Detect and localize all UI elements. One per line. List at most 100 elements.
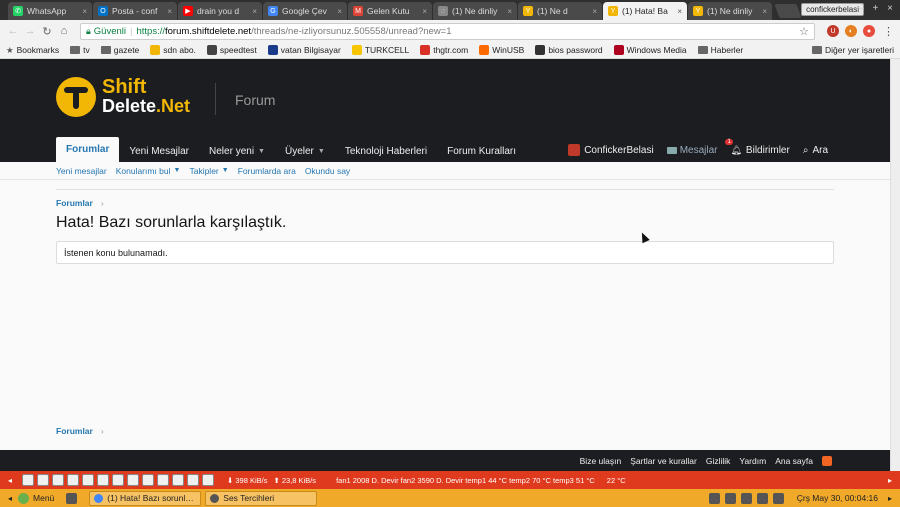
close-icon[interactable]: × bbox=[82, 7, 87, 16]
launcher-icon[interactable] bbox=[37, 474, 50, 486]
breadcrumb[interactable]: Forumlar › bbox=[56, 198, 104, 208]
clock[interactable]: Çrş May 30, 00:04:16 bbox=[797, 493, 878, 503]
bookmark-item[interactable]: tv bbox=[70, 45, 90, 55]
footer-link[interactable]: Şartlar ve kurallar bbox=[630, 456, 697, 466]
home-icon[interactable]: ⌂ bbox=[57, 24, 71, 38]
close-icon[interactable]: × bbox=[167, 7, 172, 16]
bookmark-item[interactable]: bios password bbox=[535, 45, 603, 55]
subnav-link[interactable]: Konularımı bul ▼ bbox=[116, 166, 181, 176]
messages-link[interactable]: Mesajlar bbox=[666, 145, 717, 156]
launcher-icon[interactable] bbox=[97, 474, 110, 486]
breadcrumb-bottom[interactable]: Forumlar › bbox=[56, 426, 104, 436]
launcher-icon[interactable] bbox=[142, 474, 155, 486]
launcher-icon[interactable] bbox=[187, 474, 200, 486]
nav-tab[interactable]: Forum Kuralları bbox=[437, 140, 526, 162]
close-icon[interactable]: × bbox=[337, 7, 342, 16]
close-icon[interactable]: × bbox=[422, 7, 427, 16]
bookmark-item[interactable]: TURKCELL bbox=[351, 45, 409, 55]
extension-icon[interactable]: ◐ bbox=[845, 25, 857, 37]
site-logo[interactable]: Shift Delete.Net bbox=[56, 77, 190, 117]
nav-tab[interactable]: Forumlar bbox=[56, 137, 120, 162]
panel-right-arrow-icon[interactable]: ▸ bbox=[888, 476, 892, 485]
bookmark-item[interactable]: ★ Bookmarks bbox=[6, 45, 59, 56]
browser-tab[interactable]: M Gelen Kutu × bbox=[348, 2, 432, 20]
chevron-down-icon[interactable]: ▼ bbox=[174, 167, 181, 174]
footer-link[interactable]: Gizlilik bbox=[706, 456, 731, 466]
taskbar-window-button[interactable]: (1) Hata! Bazı sorunla... bbox=[89, 490, 202, 506]
browser-tab[interactable]: Y (1) Ne dinliy × bbox=[688, 2, 772, 20]
bookmark-item[interactable]: Haberler bbox=[697, 45, 743, 55]
window-controls[interactable]: – + × bbox=[858, 3, 896, 14]
show-desktop-icon[interactable] bbox=[66, 492, 78, 504]
chevron-down-icon[interactable]: ▼ bbox=[258, 148, 265, 155]
other-bookmarks[interactable]: Diğer yer işaretleri bbox=[812, 45, 894, 55]
browser-tab[interactable]: Y (1) Hata! Ba × bbox=[603, 2, 687, 20]
footer-link[interactable]: Yardım bbox=[739, 456, 766, 466]
browser-tab[interactable]: O Posta - conf × bbox=[93, 2, 177, 20]
chrome-menu-icon[interactable]: ⋮ bbox=[883, 25, 894, 38]
bookmark-item[interactable]: WinUSB bbox=[479, 45, 524, 55]
ublock-extension-icon[interactable]: U bbox=[827, 25, 839, 37]
new-tab-button[interactable] bbox=[774, 4, 802, 18]
volume-icon[interactable] bbox=[756, 492, 768, 504]
bookmark-item[interactable]: speedtest bbox=[206, 45, 257, 55]
panel-left-arrow-icon[interactable]: ◂ bbox=[8, 476, 12, 485]
subnav-link[interactable]: Yeni mesajlar bbox=[56, 166, 107, 176]
profile-button[interactable]: confickerbelasi bbox=[801, 3, 864, 16]
rss-icon[interactable] bbox=[822, 455, 832, 466]
bookmark-item[interactable]: sdn abo. bbox=[150, 45, 196, 55]
breadcrumb-forumlar[interactable]: Forumlar bbox=[56, 198, 93, 208]
nav-tab[interactable]: Üyeler ▼ bbox=[275, 140, 335, 162]
close-icon[interactable]: × bbox=[252, 7, 257, 16]
footer-link[interactable]: Bize ulaşın bbox=[580, 456, 622, 466]
tray-app-icon[interactable] bbox=[708, 492, 720, 504]
network-icon[interactable] bbox=[740, 492, 752, 504]
browser-tab[interactable]: ◌ (1) Ne dinliy × bbox=[433, 2, 517, 20]
page-scrollbar[interactable] bbox=[890, 59, 900, 471]
user-menu[interactable]: ConfickerBelasi bbox=[568, 144, 654, 156]
taskbar-window-button[interactable]: Ses Tercihleri bbox=[205, 490, 318, 506]
alerts-link[interactable]: 🔔︎ 1 Bildirimler bbox=[725, 138, 790, 156]
subnav-link[interactable]: Takipler ▼ bbox=[189, 166, 228, 176]
bookmark-item[interactable]: Windows Media bbox=[613, 45, 687, 55]
bookmark-item[interactable]: thgtr.com bbox=[420, 45, 468, 55]
close-icon[interactable]: × bbox=[677, 7, 682, 16]
breadcrumb-forumlar-bottom[interactable]: Forumlar bbox=[56, 426, 93, 436]
subnav-link[interactable]: Forumlarda ara bbox=[238, 166, 296, 176]
record-extension-icon[interactable]: ● bbox=[863, 25, 875, 37]
bookmark-star-icon[interactable]: ☆ bbox=[799, 25, 809, 38]
close-icon[interactable]: × bbox=[762, 7, 767, 16]
taskbar-right-arrow-icon[interactable]: ▸ bbox=[888, 494, 892, 503]
launcher-icon[interactable] bbox=[67, 474, 80, 486]
bookmark-item[interactable]: vatan Bilgisayar bbox=[267, 45, 341, 55]
battery-icon[interactable] bbox=[772, 492, 784, 504]
launcher-icon[interactable] bbox=[172, 474, 185, 486]
close-icon[interactable]: × bbox=[507, 7, 512, 16]
browser-tab[interactable]: ✆ WhatsApp × bbox=[8, 2, 92, 20]
reload-icon[interactable]: ↻ bbox=[40, 24, 54, 38]
search-link[interactable]: ⌕ Ara bbox=[803, 145, 828, 156]
nav-tab[interactable]: Neler yeni ▼ bbox=[199, 140, 275, 162]
chevron-down-icon[interactable]: ▼ bbox=[318, 148, 325, 155]
launcher-icon[interactable] bbox=[127, 474, 140, 486]
address-bar[interactable]: 🔒︎ Güvenli | https:// forum.shiftdelete.… bbox=[80, 22, 815, 40]
bookmark-item[interactable]: gazete bbox=[100, 45, 139, 55]
nav-tab[interactable]: Teknoloji Haberleri bbox=[335, 140, 437, 162]
start-menu-button[interactable]: Menü bbox=[18, 492, 54, 504]
footer-link[interactable]: Ana sayfa bbox=[775, 456, 813, 466]
shield-icon[interactable] bbox=[724, 492, 736, 504]
launcher-icon[interactable] bbox=[202, 474, 215, 486]
forward-icon[interactable]: → bbox=[23, 24, 37, 38]
launcher-icon[interactable] bbox=[112, 474, 125, 486]
launcher-icon[interactable] bbox=[82, 474, 95, 486]
browser-tab[interactable]: ▶ drain you d × bbox=[178, 2, 262, 20]
launcher-icon[interactable] bbox=[52, 474, 65, 486]
close-icon[interactable]: × bbox=[592, 7, 597, 16]
nav-tab[interactable]: Yeni Mesajlar bbox=[119, 140, 199, 162]
browser-tab[interactable]: Y (1) Ne d × bbox=[518, 2, 602, 20]
subnav-link[interactable]: Okundu say bbox=[305, 166, 350, 176]
chevron-down-icon[interactable]: ▼ bbox=[222, 167, 229, 174]
browser-tab[interactable]: G Google Çev × bbox=[263, 2, 347, 20]
launcher-icon[interactable] bbox=[157, 474, 170, 486]
taskbar-left-arrow-icon[interactable]: ◂ bbox=[8, 494, 12, 503]
